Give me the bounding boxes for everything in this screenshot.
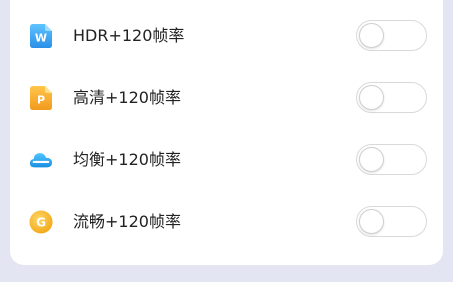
svg-text:W: W bbox=[35, 32, 47, 45]
settings-card: W HDR+120帧率 P 高清+120帧率 均衡+120帧率 G 流畅+120… bbox=[10, 0, 443, 265]
balanced-toggle[interactable] bbox=[356, 144, 427, 175]
app-p-icon: P bbox=[29, 86, 53, 110]
settings-row-smooth[interactable]: G 流畅+120帧率 bbox=[10, 191, 443, 253]
toggle-knob bbox=[359, 23, 384, 48]
hdr-toggle[interactable] bbox=[356, 20, 427, 51]
settings-row-hd[interactable]: P 高清+120帧率 bbox=[10, 67, 443, 129]
row-label: 流畅+120帧率 bbox=[73, 212, 181, 231]
row-label: 高清+120帧率 bbox=[73, 88, 181, 107]
settings-row-hdr[interactable]: W HDR+120帧率 bbox=[10, 5, 443, 67]
app-g-icon: G bbox=[29, 210, 53, 234]
smooth-toggle[interactable] bbox=[356, 206, 427, 237]
cloud-icon bbox=[29, 148, 53, 172]
row-label: HDR+120帧率 bbox=[73, 26, 185, 45]
hd-toggle[interactable] bbox=[356, 82, 427, 113]
toggle-knob bbox=[359, 209, 384, 234]
settings-row-balanced[interactable]: 均衡+120帧率 bbox=[10, 129, 443, 191]
svg-text:P: P bbox=[37, 94, 45, 107]
app-w-icon: W bbox=[29, 24, 53, 48]
row-label: 均衡+120帧率 bbox=[73, 150, 181, 169]
svg-text:G: G bbox=[36, 216, 46, 230]
toggle-knob bbox=[359, 85, 384, 110]
toggle-knob bbox=[359, 147, 384, 172]
